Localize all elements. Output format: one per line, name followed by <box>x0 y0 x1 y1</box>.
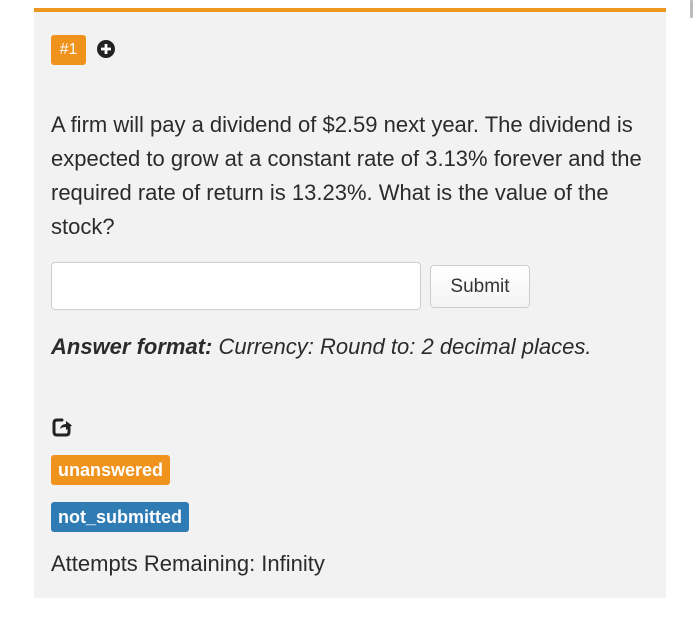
plus-circle-icon[interactable] <box>96 39 116 59</box>
status-badge-not-submitted: not_submitted <box>51 502 189 532</box>
share-icon[interactable] <box>51 416 73 438</box>
question-card: #1 A firm will pay a dividend of $2.59 n… <box>34 8 666 598</box>
question-text: A firm will pay a dividend of $2.59 next… <box>51 112 642 239</box>
status-badge-unanswered: unanswered <box>51 455 171 485</box>
submit-button[interactable]: Submit <box>430 265 530 308</box>
attempts-remaining: Attempts Remaining: Infinity <box>51 551 325 576</box>
answer-format: Answer format: Currency: Round to: 2 dec… <box>51 330 661 364</box>
question-number-badge: #1 <box>51 35 86 65</box>
answer-input[interactable] <box>51 262 421 310</box>
window-edge-scrollbar <box>690 0 693 18</box>
answer-format-value: Currency: Round to: 2 decimal places. <box>218 334 592 359</box>
answer-format-label: Answer format: <box>51 334 213 359</box>
